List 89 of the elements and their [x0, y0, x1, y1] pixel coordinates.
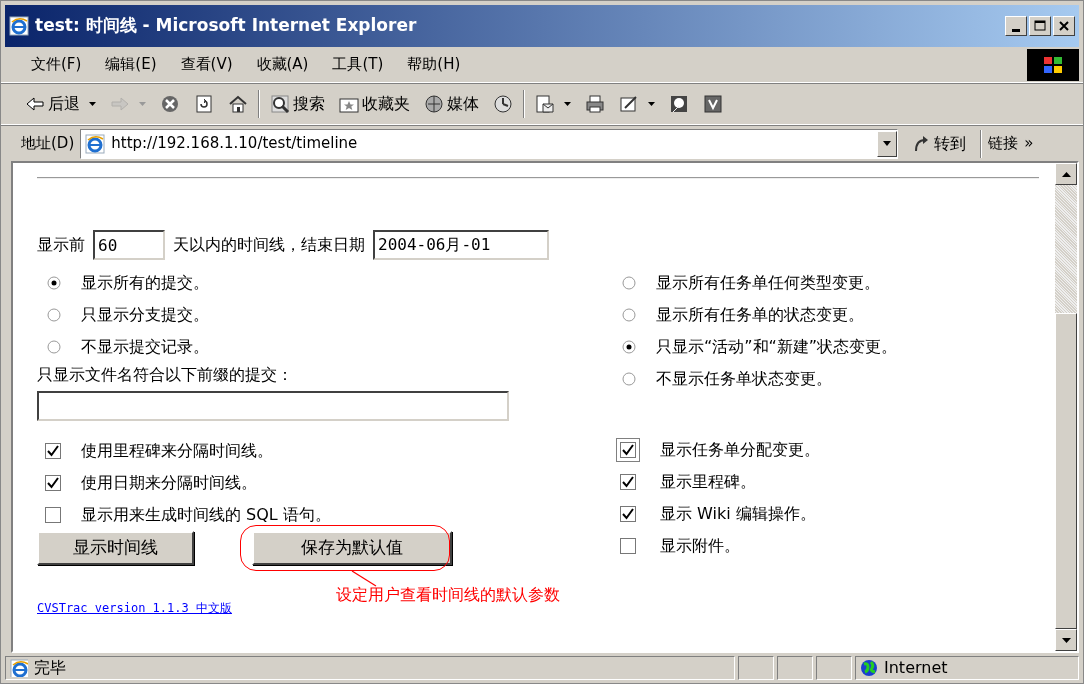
option-label: 使用里程碑来分隔时间线。	[81, 440, 273, 462]
minimize-button[interactable]	[1005, 16, 1027, 36]
form-label: 只显示文件名符合以下前缀的提交：	[37, 364, 294, 386]
refresh-icon	[194, 94, 214, 114]
option-label: 不显示任务单状态变更。	[656, 368, 832, 390]
option-label: 只显示分支提交。	[81, 304, 209, 326]
window-title: test: 时间线 - Microsoft Internet Explorer	[35, 14, 417, 38]
down-arrow-icon	[1061, 637, 1071, 643]
prefix-field[interactable]	[37, 391, 509, 421]
option-label: 显示附件。	[660, 535, 740, 557]
checkbox[interactable]	[45, 507, 61, 523]
more-links-button[interactable]: »	[1024, 132, 1034, 155]
option-label: 显示所有的提交。	[81, 272, 209, 294]
printer-icon	[585, 94, 605, 114]
page-icon	[85, 133, 106, 154]
search-icon	[270, 94, 290, 114]
option-label: 显示用来生成时间线的 SQL 语句。	[81, 504, 331, 526]
menu-item[interactable]: 收藏(A)	[244, 51, 321, 78]
scroll-thumb[interactable]	[1055, 313, 1077, 629]
scrollbar[interactable]	[1055, 163, 1077, 651]
caret-icon	[883, 141, 892, 146]
toolbar-button[interactable]: 收藏夹	[335, 90, 414, 118]
save-default-button[interactable]: 保存为默认值	[252, 531, 452, 565]
radio-button[interactable]	[622, 276, 636, 290]
go-button[interactable]: 转到	[904, 131, 975, 156]
edit-icon	[619, 94, 639, 114]
date-field[interactable]: 2004-06月-01	[373, 230, 549, 260]
footer-link[interactable]: CVSTrac version 1.1.3 中文版	[37, 599, 232, 617]
caret-icon	[564, 102, 571, 106]
option-label: 只显示“活动”和“新建”状态变更。	[656, 336, 898, 358]
scroll-up-button[interactable]	[1055, 163, 1077, 185]
radio-button[interactable]	[47, 308, 61, 322]
option-label: 显示里程碑。	[660, 471, 756, 493]
option-label: 使用日期来分隔时间线。	[81, 472, 257, 494]
maximize-icon	[1033, 19, 1047, 33]
history-icon	[493, 94, 513, 114]
checkbox[interactable]	[45, 475, 61, 491]
page-icon	[10, 659, 28, 677]
menu-item[interactable]: 帮助(H)	[395, 51, 473, 78]
option-label: 显示 Wiki 编辑操作。	[660, 503, 816, 525]
links-button[interactable]: 链接	[988, 132, 1019, 155]
toolbar-button[interactable]: 后退	[21, 90, 100, 118]
option-label: 显示任务单分配变更。	[660, 439, 820, 461]
close-icon	[1057, 19, 1071, 33]
close-button[interactable]	[1053, 16, 1075, 36]
status-pane	[738, 656, 774, 680]
caret-icon	[89, 102, 96, 106]
scroll-down-button[interactable]	[1055, 629, 1077, 651]
dropdown-button[interactable]	[877, 130, 898, 157]
caret-icon	[139, 102, 146, 106]
address-field[interactable]: http://192.168.1.10/test/timeline	[80, 128, 899, 159]
show-timeline-button[interactable]: 显示时间线	[37, 531, 194, 565]
menu-item[interactable]: 查看(V)	[168, 51, 245, 78]
form-label: 显示前	[37, 234, 85, 256]
menu-item[interactable]: 编辑(E)	[93, 51, 169, 78]
globe-icon	[860, 659, 878, 677]
globe-note-icon	[424, 94, 444, 114]
flag-icon	[1043, 55, 1063, 74]
caret-icon	[648, 102, 655, 106]
toolbar-button[interactable]: 媒体	[420, 90, 483, 118]
zone-text: Internet	[884, 657, 948, 679]
up-arrow-icon	[1061, 171, 1071, 177]
checkbox[interactable]	[45, 443, 61, 459]
radio-button[interactable]	[622, 372, 636, 386]
toolbar-button[interactable]: 搜索	[266, 90, 329, 118]
checkbox[interactable]	[616, 438, 640, 462]
form-label: 天以内的时间线，结束日期	[173, 234, 365, 256]
stop-icon	[160, 94, 180, 114]
browser-icon	[9, 16, 29, 36]
radio-button[interactable]	[622, 308, 636, 322]
radio-button[interactable]	[622, 340, 636, 354]
status-pane	[777, 656, 813, 680]
option-label: 显示所有任务单任何类型变更。	[656, 272, 880, 294]
option-label: 不显示提交记录。	[81, 336, 209, 358]
status-text: 完毕	[34, 657, 66, 679]
radio-button[interactable]	[47, 340, 61, 354]
option-label: 显示所有任务单的状态变更。	[656, 304, 864, 326]
days-field[interactable]: 60	[93, 230, 165, 260]
address-label: 地址(D)	[21, 133, 75, 155]
status-pane	[816, 656, 852, 680]
back-arrow-icon	[25, 94, 45, 114]
radio-button[interactable]	[47, 276, 61, 290]
annotation-text: 设定用户查看时间线的默认参数	[336, 584, 560, 606]
menu-item[interactable]: 文件(F)	[19, 51, 94, 78]
home-icon	[228, 94, 248, 114]
mail-icon	[535, 94, 555, 114]
menu-item[interactable]: 工具(T)	[320, 51, 396, 78]
maximize-button[interactable]	[1029, 16, 1051, 36]
minimize-icon	[1012, 28, 1020, 32]
